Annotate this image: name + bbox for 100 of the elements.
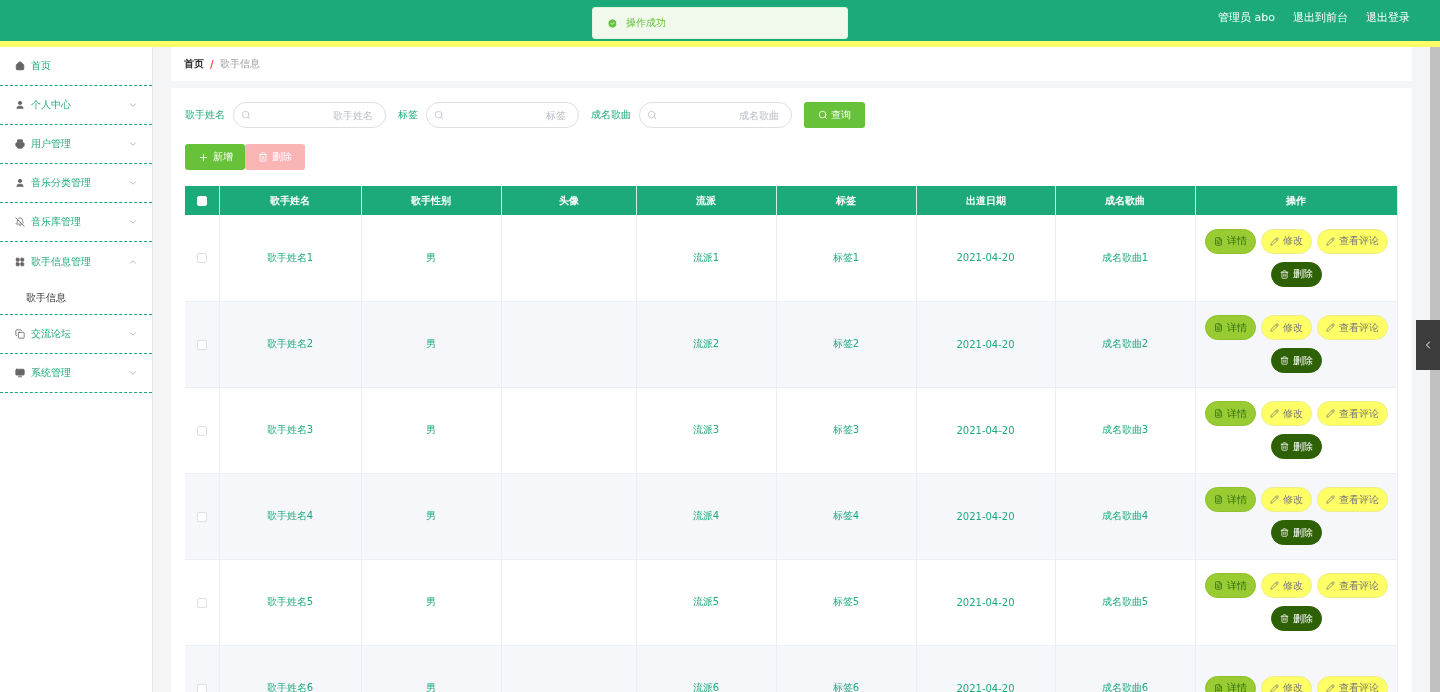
sidebar-item[interactable]: 音乐分类管理 [0,164,152,203]
row-checkbox[interactable] [196,683,207,692]
breadcrumb-link[interactable]: 首页 [184,57,204,71]
delete-button[interactable]: 删除 [1270,520,1322,545]
header-link[interactable]: 管理员 abo [1218,10,1275,25]
pencil-icon [1269,323,1279,332]
table-cell: 流派2 [636,301,776,387]
comment-button[interactable]: 查看评论 [1316,675,1388,692]
trash-icon [1279,269,1289,279]
menu-icon [15,178,25,188]
search-field[interactable]: 标签 [426,102,579,128]
detail-button[interactable]: 详情 [1204,228,1256,254]
delete-button[interactable]: 删除 [1270,348,1322,373]
header-link[interactable]: 退出到前台 [1293,10,1348,25]
detail-button[interactable]: 详情 [1204,487,1256,512]
table-cell: 2021-04-20 [916,645,1055,692]
row-checkbox[interactable] [196,339,207,350]
search-icon [647,110,657,120]
table-cell: 成名歌曲6 [1055,645,1195,692]
scrollbar[interactable] [1430,47,1440,692]
menu-icon [15,139,25,149]
edit-button[interactable]: 修改 [1260,487,1312,512]
menu-icon [15,217,25,227]
search-label: 成名歌曲 [591,108,631,122]
document-icon [1213,495,1223,504]
menu-label: 音乐库管理 [31,215,82,229]
sidebar-subitem[interactable]: 歌手信息 [0,281,152,314]
query-button[interactable]: 查询 [804,102,865,128]
menu-label: 歌手信息管理 [31,254,92,269]
sidebar-item[interactable]: 交流论坛 [0,315,152,354]
comment-button[interactable]: 查看评论 [1316,487,1388,512]
column-header: 头像 [501,186,636,215]
comment-button[interactable]: 查看评论 [1316,401,1388,426]
pencil-icon [1269,236,1279,246]
sidebar-item[interactable]: 个人中心 [0,86,152,125]
table-cell: 流派3 [636,387,776,473]
sidebar-item[interactable]: 用户管理 [0,125,152,164]
breadcrumb-separator: / [210,58,214,70]
edit-button[interactable]: 修改 [1260,401,1312,426]
pencil-icon [1269,581,1279,590]
table-cell: 成名歌曲1 [1055,215,1195,301]
column-header: 歌手姓名 [219,186,361,215]
search-icon [241,110,251,120]
table-cell: 2021-04-20 [916,473,1055,559]
pencil-icon [1325,495,1335,504]
document-icon [1213,236,1223,246]
table-cell: 标签2 [776,301,916,387]
delete-button[interactable]: 删除 [1270,261,1322,287]
comment-button[interactable]: 查看评论 [1316,228,1388,254]
search-label: 歌手姓名 [185,108,225,122]
detail-button[interactable]: 详情 [1204,401,1256,426]
document-icon [1213,409,1223,418]
table-cell: 2021-04-20 [916,559,1055,645]
row-checkbox[interactable] [196,425,207,436]
detail-button[interactable]: 详情 [1204,573,1256,598]
menu-icon [15,256,25,267]
column-header: 标签 [776,186,916,215]
search-icon [434,110,444,120]
trash-icon [1279,528,1289,537]
delete-button[interactable]: 删除 [1270,434,1322,459]
table-cell: 成名歌曲2 [1055,301,1195,387]
row-checkbox[interactable] [196,253,207,264]
edit-button[interactable]: 修改 [1260,675,1312,692]
sidebar-item[interactable]: 系统管理 [0,354,152,393]
table-cell: 2021-04-20 [916,387,1055,473]
table-cell: 标签4 [776,473,916,559]
pencil-icon [1325,323,1335,332]
table-cell: 男 [361,559,501,645]
menu-icon [15,329,25,339]
row-checkbox[interactable] [196,511,207,522]
table-cell: 成名歌曲4 [1055,473,1195,559]
table-cell: 歌手姓名4 [219,473,361,559]
row-checkbox[interactable] [196,597,207,608]
sidebar-item[interactable]: 音乐库管理 [0,203,152,242]
sidebar-item[interactable]: 首页 [0,47,152,86]
pencil-icon [1325,683,1335,692]
pencil-icon [1325,409,1335,418]
menu-label: 交流论坛 [31,327,72,341]
column-header: 流派 [636,186,776,215]
pencil-icon [1325,581,1335,590]
column-header: 操作 [1195,186,1397,215]
header-link[interactable]: 退出登录 [1366,10,1410,25]
delete-button[interactable]: 删除 [1270,606,1322,631]
sidebar-item[interactable]: 歌手信息管理 [0,242,152,281]
edit-button[interactable]: 修改 [1260,573,1312,598]
comment-button[interactable]: 查看评论 [1316,573,1388,598]
select-all-checkbox[interactable] [196,196,207,206]
add-button[interactable]: 新增 [185,144,245,170]
edit-button[interactable]: 修改 [1260,315,1312,340]
table-cell: 歌手姓名5 [219,559,361,645]
column-header: 成名歌曲 [1055,186,1195,215]
detail-button[interactable]: 详情 [1204,315,1256,340]
edit-button[interactable]: 修改 [1260,228,1312,254]
menu-icon [15,100,25,110]
table-cell: 歌手姓名1 [219,215,361,301]
detail-button[interactable]: 详情 [1204,675,1256,692]
breadcrumb-link[interactable]: 歌手信息 [219,57,260,71]
table-cell: 流派1 [636,215,776,301]
collapse-tab[interactable] [1416,320,1440,370]
comment-button[interactable]: 查看评论 [1316,315,1388,340]
